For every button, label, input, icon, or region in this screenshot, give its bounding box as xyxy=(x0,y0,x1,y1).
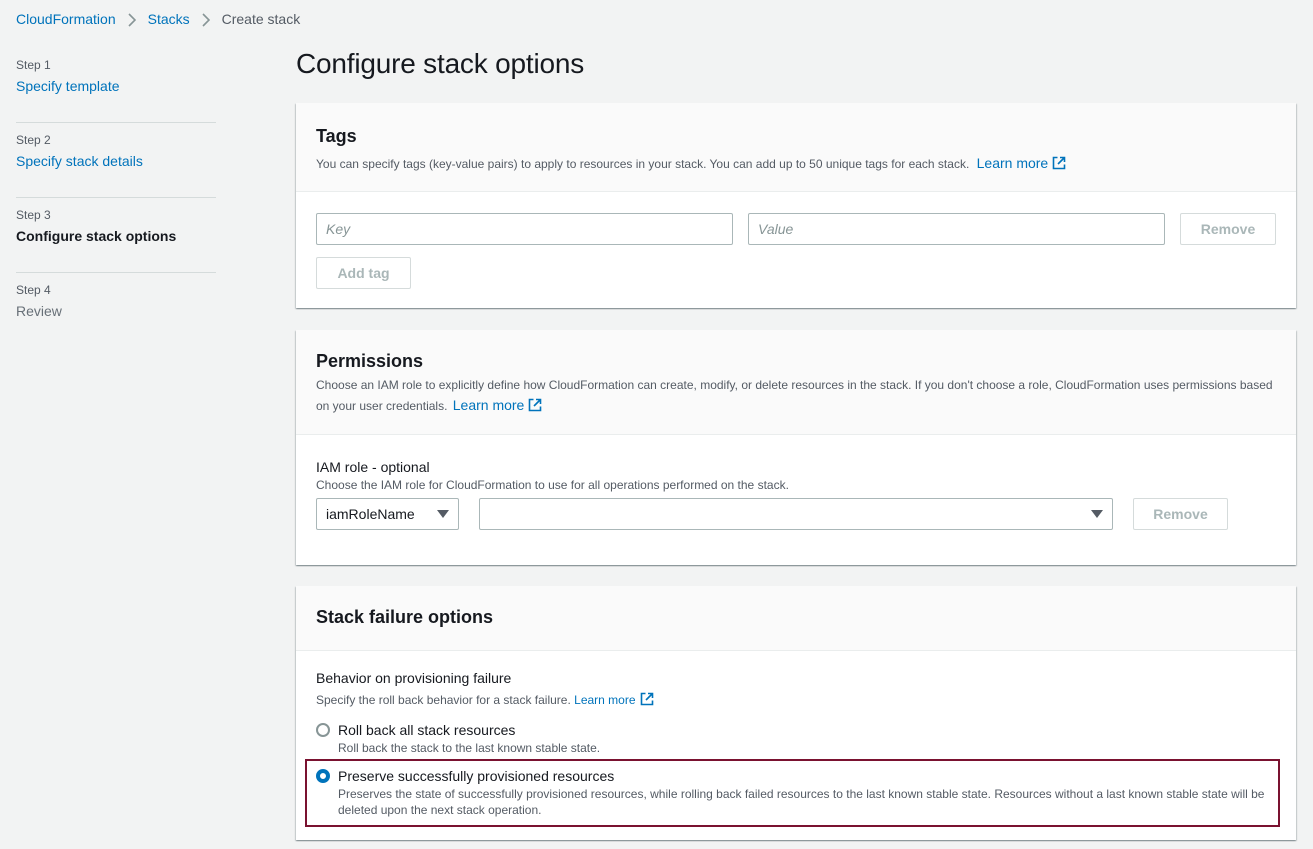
wizard-step-2: Step 2 Specify stack details xyxy=(16,123,216,198)
tag-key-input[interactable]: Key xyxy=(316,213,733,245)
learn-more-label: Learn more xyxy=(574,693,636,707)
chevron-right-icon xyxy=(190,11,222,27)
radio-button[interactable] xyxy=(316,723,330,737)
wizard-steps: Step 1 Specify template Step 2 Specify s… xyxy=(16,48,216,348)
tag-remove-button[interactable]: Remove xyxy=(1180,213,1276,245)
step-review: Review xyxy=(16,303,62,319)
page-title: Configure stack options xyxy=(296,48,585,79)
iam-role-description: Choose the IAM role for CloudFormation t… xyxy=(316,478,789,492)
tags-learn-more-link[interactable]: Learn more xyxy=(977,155,1067,171)
step-number: Step 1 xyxy=(16,58,51,72)
chevron-right-icon xyxy=(116,11,148,27)
iam-role-label: IAM role - optional xyxy=(316,459,430,475)
iam-role-type-select[interactable]: iamRoleName xyxy=(316,498,459,530)
caret-down-icon xyxy=(437,510,449,518)
permissions-panel-header: Permissions Choose an IAM role to explic… xyxy=(296,330,1296,435)
radio-label: Roll back all stack resources xyxy=(338,722,516,738)
permissions-learn-more-link[interactable]: Learn more xyxy=(453,397,543,413)
iam-role-type-value: iamRoleName xyxy=(326,506,415,522)
behavior-label: Behavior on provisioning failure xyxy=(316,670,512,686)
iam-role-remove-button[interactable]: Remove xyxy=(1133,498,1228,530)
learn-more-label: Learn more xyxy=(452,397,525,413)
behavior-description-text: Specify the roll back behavior for a sta… xyxy=(316,693,571,707)
learn-more-label: Learn more xyxy=(976,155,1049,171)
breadcrumb-stacks[interactable]: Stacks xyxy=(148,11,190,27)
breadcrumb-create-stack: Create stack xyxy=(221,11,301,27)
permissions-panel: Permissions Choose an IAM role to explic… xyxy=(296,330,1296,565)
wizard-step-1: Step 1 Specify template xyxy=(16,48,216,123)
tags-description-text: You can specify tags (key-value pairs) t… xyxy=(316,157,970,171)
radio-text: Preserve successfully provisioned resour… xyxy=(338,766,1271,818)
breadcrumb-cloudformation[interactable]: CloudFormation xyxy=(16,11,116,27)
add-tag-button[interactable]: Add tag xyxy=(316,257,411,289)
stack-failure-panel-header: Stack failure options xyxy=(296,586,1296,651)
tags-panel-body: Key Value Remove Add tag xyxy=(296,192,1296,308)
step-number: Step 3 xyxy=(16,208,51,222)
external-link-icon xyxy=(640,692,653,706)
radio-description: Preserves the state of successfully prov… xyxy=(338,787,1265,817)
breadcrumb: CloudFormation Stacks Create stack xyxy=(16,10,300,28)
wizard-step-4: Step 4 Review xyxy=(16,273,216,348)
permissions-description: Choose an IAM role to explicitly define … xyxy=(316,375,1276,416)
tag-value-input[interactable]: Value xyxy=(748,213,1165,245)
step-current-configure-stack-options: Configure stack options xyxy=(16,228,177,244)
behavior-learn-more-link[interactable]: Learn more xyxy=(574,692,653,707)
stack-failure-title: Stack failure options xyxy=(316,607,494,627)
tags-description: You can specify tags (key-value pairs) t… xyxy=(316,153,1276,174)
tags-panel-header: Tags You can specify tags (key-value pai… xyxy=(296,103,1296,192)
radio-option-preserve-resources[interactable]: Preserve successfully provisioned resour… xyxy=(316,766,1271,818)
iam-role-select[interactable] xyxy=(479,498,1113,530)
radio-label: Preserve successfully provisioned resour… xyxy=(338,768,615,784)
step-number: Step 4 xyxy=(16,283,51,297)
step-number: Step 2 xyxy=(16,133,51,147)
wizard-step-3: Step 3 Configure stack options xyxy=(16,198,216,273)
radio-description: Roll back the stack to the last known st… xyxy=(338,741,601,755)
radio-text: Roll back all stack resources Roll back … xyxy=(338,720,600,756)
radio-option-roll-back-all[interactable]: Roll back all stack resources Roll back … xyxy=(316,720,1271,756)
permissions-panel-body: IAM role - optional Choose the IAM role … xyxy=(296,435,1296,565)
external-link-icon xyxy=(529,398,542,412)
behavior-description: Specify the roll back behavior for a sta… xyxy=(316,691,654,709)
caret-down-icon xyxy=(1091,510,1103,518)
permissions-title: Permissions xyxy=(316,351,424,371)
step-link-specify-template[interactable]: Specify template xyxy=(16,76,216,96)
tags-panel: Tags You can specify tags (key-value pai… xyxy=(296,103,1296,308)
step-link-specify-stack-details[interactable]: Specify stack details xyxy=(16,151,216,171)
radio-button-selected[interactable] xyxy=(316,769,330,783)
tags-title: Tags xyxy=(316,126,357,146)
external-link-icon xyxy=(1052,156,1066,170)
